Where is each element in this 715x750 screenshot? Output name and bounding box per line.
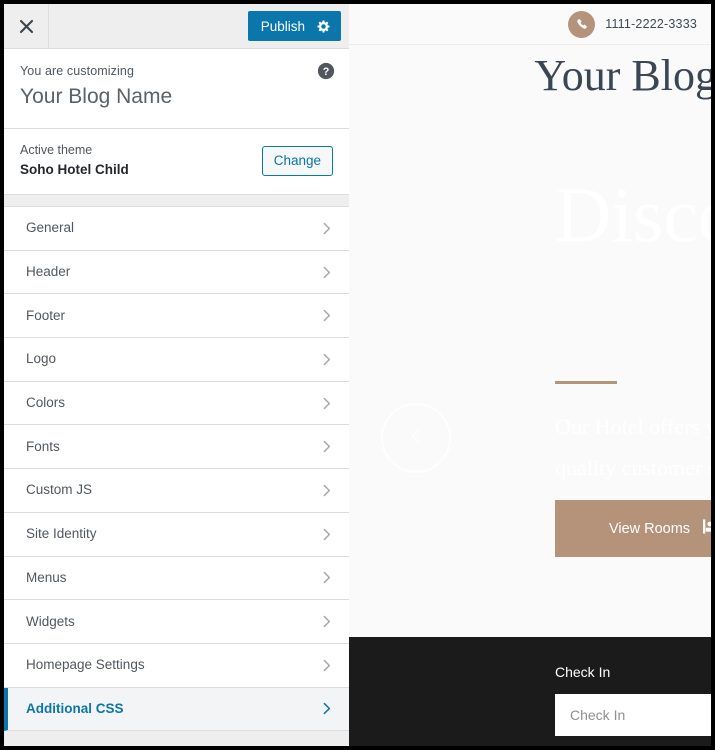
screenshot-root: Publish You are customizing Your Blog Na… — [0, 0, 715, 750]
svg-text:?: ? — [323, 66, 330, 78]
sidebar-item-homepage-settings[interactable]: Homepage Settings — [4, 643, 349, 688]
hero-divider — [555, 381, 617, 384]
chevron-right-icon — [318, 438, 335, 455]
check-in-label: Check In — [555, 664, 611, 680]
hero-subtitle: Our Hotel offers yo quality customer se — [555, 406, 711, 488]
chevron-right-icon — [318, 220, 335, 237]
sidebar-item-label: Widgets — [26, 613, 75, 629]
active-theme-label: Active theme — [20, 143, 93, 157]
bed-icon — [703, 518, 711, 539]
customizing-eyebrow: You are customizing — [20, 64, 135, 78]
active-theme-row: Active theme Soho Hotel Child Change — [4, 129, 349, 195]
sidebar-item-label: General — [26, 220, 75, 236]
phone-icon — [568, 10, 596, 38]
sidebar-item-label: Menus — [26, 569, 67, 585]
publish-button[interactable]: Publish — [247, 11, 341, 41]
chevron-right-icon — [318, 569, 335, 586]
customizing-header: You are customizing Your Blog Name ? — [4, 49, 349, 129]
active-theme-name: Soho Hotel Child — [20, 162, 129, 177]
hero-subtitle-line1: Our Hotel offers yo — [555, 414, 711, 439]
sidebar-item-label: Additional CSS — [26, 700, 124, 716]
chevron-right-icon — [318, 482, 335, 499]
chevron-right-icon — [318, 264, 335, 281]
chevron-right-icon — [318, 351, 335, 368]
sidebar-item-custom-js[interactable]: Custom JS — [4, 469, 349, 513]
check-in-input[interactable] — [555, 694, 711, 736]
slider-prev-button[interactable] — [381, 403, 451, 473]
customizer-sidebar: Publish You are customizing Your Blog Na… — [4, 4, 349, 746]
sidebar-item-colors[interactable]: Colors — [4, 381, 349, 426]
panel-spacer — [4, 195, 349, 207]
chevron-right-icon — [318, 307, 335, 324]
hero-subtitle-line2: quality customer se — [555, 455, 711, 480]
site-title[interactable]: Your Blog — [534, 50, 711, 102]
sidebar-item-general[interactable]: General — [4, 207, 349, 251]
publish-label: Publish — [260, 18, 305, 34]
customizer-topbar: Publish — [4, 4, 349, 49]
sidebar-item-label: Fonts — [26, 438, 60, 454]
chevron-right-icon — [318, 657, 335, 674]
close-customizer-button[interactable] — [4, 4, 49, 48]
hero-slider: Disco Our Hotel offers yo quality custom… — [349, 116, 711, 637]
sidebar-item-label: Colors — [26, 395, 66, 411]
view-rooms-label: View Rooms — [608, 520, 691, 537]
chevron-right-icon — [318, 613, 335, 630]
chevron-right-icon — [318, 700, 335, 717]
close-x-icon — [19, 19, 34, 34]
chevron-right-icon — [318, 526, 335, 543]
hero-title: Disco — [555, 171, 711, 258]
sidebar-item-label: Homepage Settings — [26, 657, 145, 673]
preview-contact-bar: 1111-2222-3333 — [349, 4, 711, 45]
sidebar-item-label: Header — [26, 264, 71, 280]
sidebar-item-label: Custom JS — [26, 482, 93, 498]
page-title: Your Blog Name — [20, 85, 173, 108]
publish-area: Publish — [247, 4, 349, 48]
phone-number[interactable]: 1111-2222-3333 — [605, 17, 697, 31]
help-circle-icon[interactable]: ? — [317, 62, 335, 80]
sidebar-item-logo[interactable]: Logo — [4, 338, 349, 382]
view-rooms-button[interactable]: View Rooms — [555, 500, 711, 557]
sidebar-item-label: Footer — [26, 307, 66, 323]
gear-icon[interactable] — [316, 19, 331, 34]
sidebar-item-label: Site Identity — [26, 526, 97, 542]
sidebar-item-fonts[interactable]: Fonts — [4, 425, 349, 470]
check-in-field-group: Check In — [555, 662, 711, 736]
customizer-sections-list: General Header Footer Logo Colors Fonts Custom… — [4, 207, 349, 746]
sidebar-item-widgets[interactable]: Widgets — [4, 600, 349, 644]
sidebar-item-site-identity[interactable]: Site Identity — [4, 512, 349, 557]
active-theme-text: Active theme Soho Hotel Child — [20, 141, 262, 180]
chevron-left-icon — [405, 425, 427, 452]
sidebar-item-header[interactable]: Header — [4, 250, 349, 295]
site-preview-pane: 1111-2222-3333 Your Blog Disco Our Hotel… — [349, 4, 711, 746]
sidebar-item-footer[interactable]: Footer — [4, 294, 349, 339]
chevron-right-icon — [318, 395, 335, 412]
sidebar-item-additional-css[interactable]: Additional CSS — [4, 687, 349, 732]
sidebar-item-menus[interactable]: Menus — [4, 556, 349, 601]
sidebar-item-label: Logo — [26, 351, 57, 367]
change-theme-button[interactable]: Change — [261, 145, 333, 176]
booking-bar: Check In — [349, 637, 711, 746]
